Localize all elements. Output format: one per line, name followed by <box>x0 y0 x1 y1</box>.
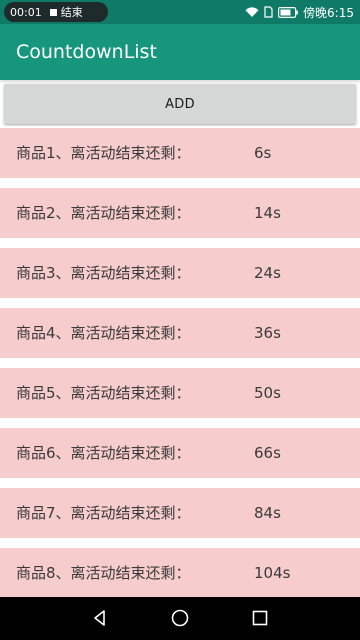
item-remaining-time: 50s <box>254 384 281 402</box>
status-bar: 00:01 结束 傍晚6:15 <box>0 0 360 24</box>
item-label: 商品8、离活动结束还剩： <box>16 564 191 582</box>
item-remaining-time: 66s <box>254 444 281 462</box>
recording-time: 00:01 <box>10 5 42 19</box>
item-remaining-time: 24s <box>254 264 281 282</box>
screen-recording-pill[interactable]: 00:01 结束 <box>4 2 108 22</box>
list-item[interactable]: 商品3、离活动结束还剩： 24s <box>0 248 360 298</box>
item-remaining-time: 84s <box>254 504 281 522</box>
stop-icon <box>49 8 57 16</box>
recording-stop-label: 结束 <box>60 6 83 19</box>
wifi-icon <box>245 6 259 18</box>
add-button[interactable]: ADD <box>4 84 356 124</box>
item-label: 商品6、离活动结束还剩： <box>16 444 191 462</box>
list-item[interactable]: 商品5、离活动结束还剩： 50s <box>0 368 360 418</box>
item-remaining-time: 104s <box>254 564 291 582</box>
list-item[interactable]: 商品8、离活动结束还剩： 104s <box>0 548 360 598</box>
status-clock: 傍晚6:15 <box>303 5 354 20</box>
back-icon[interactable] <box>90 608 110 628</box>
list-item[interactable]: 商品4、离活动结束还剩： 36s <box>0 308 360 358</box>
screen: 00:01 结束 傍晚6:15 CountdownList ADD 商品1、离活… <box>0 0 360 640</box>
list-item[interactable]: 商品2、离活动结束还剩： 14s <box>0 188 360 238</box>
list-item[interactable]: 商品1、离活动结束还剩： 6s <box>0 128 360 178</box>
battery-icon <box>278 6 298 18</box>
list-item[interactable]: 商品7、离活动结束还剩： 84s <box>0 488 360 538</box>
item-label: 商品2、离活动结束还剩： <box>16 204 191 222</box>
app-title: CountdownList <box>16 41 157 63</box>
home-icon[interactable] <box>170 608 190 628</box>
item-label: 商品7、离活动结束还剩： <box>16 504 191 522</box>
app-bar: CountdownList <box>0 24 360 80</box>
navigation-bar <box>0 597 360 640</box>
item-remaining-time: 14s <box>254 204 281 222</box>
item-label: 商品4、离活动结束还剩： <box>16 324 191 342</box>
sim-icon <box>264 6 273 18</box>
item-label: 商品5、离活动结束还剩： <box>16 384 191 402</box>
item-remaining-time: 6s <box>254 144 272 162</box>
list-item[interactable]: 商品6、离活动结束还剩： 66s <box>0 428 360 478</box>
item-label: 商品1、离活动结束还剩： <box>16 144 191 162</box>
item-label: 商品3、离活动结束还剩： <box>16 264 191 282</box>
recents-icon[interactable] <box>250 608 270 628</box>
status-icons: 傍晚6:15 <box>245 0 354 24</box>
item-remaining-time: 36s <box>254 324 281 342</box>
